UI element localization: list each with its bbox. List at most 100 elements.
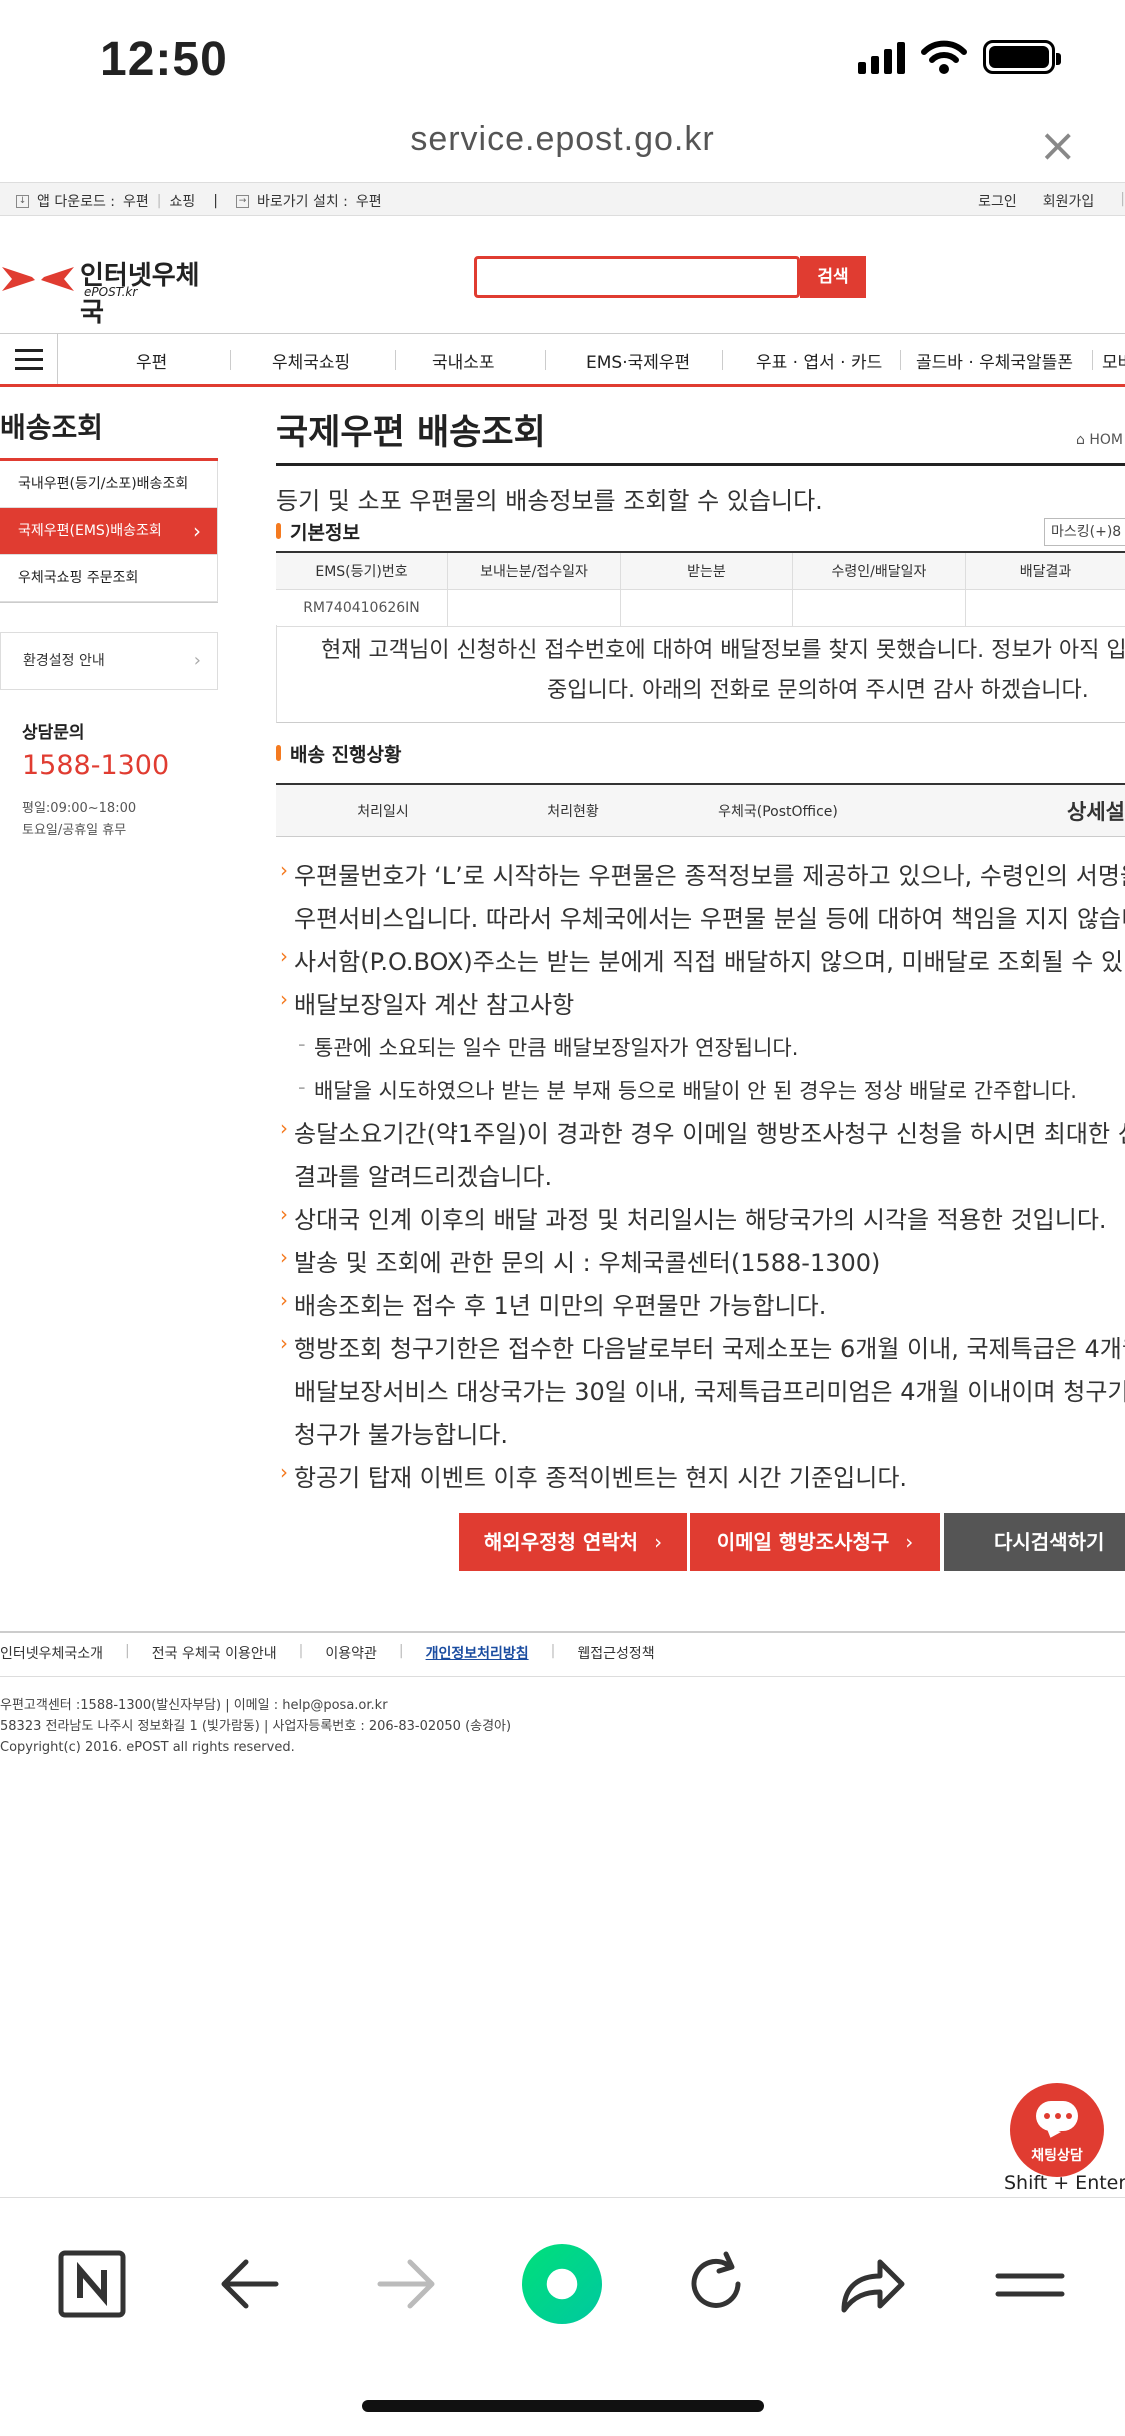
hamburger-menu-icon[interactable] bbox=[0, 334, 58, 384]
list-item: 청구가 불가능합니다. bbox=[294, 1421, 508, 1449]
footer-link-terms[interactable]: 이용약관 bbox=[325, 1643, 377, 1663]
list-item: 사서함(P.O.BOX)주소는 받는 분에게 직접 배달하지 않으며, 미배달로… bbox=[276, 935, 1125, 984]
nav-item-gold-phone[interactable]: 골드바 · 우체국알뜰폰 bbox=[916, 348, 1073, 373]
col-result: 배달결과 bbox=[966, 553, 1125, 589]
list-item: 발송 및 조회에 관한 문의 시 : 우체국콜센터(1588-1300) bbox=[276, 1236, 1125, 1285]
masking-toggle[interactable]: 마스킹(+)8 bbox=[1044, 518, 1125, 546]
sidebar-item-shopping-order[interactable]: 우체국쇼핑 주문조회 bbox=[0, 555, 218, 602]
page-title: 국제우편 배송조회 bbox=[276, 413, 546, 453]
footer-link-accessibility[interactable]: 웹접근성정책 bbox=[577, 1643, 654, 1663]
shortcut-label: 바로가기 설치 : bbox=[257, 194, 348, 210]
footer-link-offices[interactable]: 전국 우체국 이용안내 bbox=[152, 1643, 277, 1663]
footer-link-privacy[interactable]: 개인정보처리방침 bbox=[426, 1643, 529, 1663]
naver-n-icon[interactable] bbox=[52, 2244, 132, 2324]
col-process-time: 처리일시 bbox=[276, 785, 490, 836]
footer-divider-2 bbox=[0, 1676, 1125, 1677]
download-icon: ↓ bbox=[16, 194, 29, 208]
overseas-contact-label: 해외우정청 연락처 bbox=[483, 1530, 639, 1554]
search-input[interactable] bbox=[474, 256, 800, 298]
table-row: RM740410626IN bbox=[276, 590, 1125, 627]
search-button[interactable]: 검색 bbox=[800, 256, 866, 298]
consult-number[interactable]: 1588-1300 bbox=[22, 750, 169, 781]
progress-table: 처리일시 처리현황 우체국(PostOffice) 상세설 bbox=[276, 783, 1125, 837]
list-item: 우편물번호가 ‘L’로 시작하는 우편물은 종적정보를 제공하고 있으나, 수령… bbox=[276, 855, 1125, 898]
utility-bar: ↓ 앱 다운로드 : 우편 | 쇼핑 | → 바로가기 설치 : 우편 로그인 … bbox=[0, 182, 1125, 216]
refresh-icon[interactable] bbox=[676, 2244, 756, 2324]
status-icons bbox=[858, 40, 1061, 74]
footer-contact: 우편고객센터 :1588-1300(발신자부담) | 이메일 : help@po… bbox=[0, 1698, 388, 1713]
status-bar: 12:50 bbox=[0, 0, 1125, 120]
chevron-right-icon: › bbox=[905, 1530, 914, 1554]
app-post-link[interactable]: 우편 bbox=[123, 191, 149, 211]
overseas-contact-button[interactable]: 해외우정청 연락처 › bbox=[459, 1513, 687, 1571]
result-value bbox=[966, 590, 1125, 626]
sidebar-menu: 국내우편(등기/소포)배송조회 국제우편(EMS)배송조회 우체국쇼핑 주문조회 bbox=[0, 458, 218, 603]
chevron-right-icon: › bbox=[654, 1530, 663, 1554]
sidebar-item-international[interactable]: 국제우편(EMS)배송조회 bbox=[0, 508, 218, 555]
email-inquiry-button[interactable]: 이메일 행방조사청구 › bbox=[690, 1513, 940, 1571]
page-description: 등기 및 소포 우편물의 배송정보를 조회할 수 있습니다. bbox=[276, 487, 823, 515]
signup-link[interactable]: 회원가입 bbox=[1043, 191, 1095, 211]
chat-label: 채팅상담 bbox=[1031, 2148, 1083, 2164]
consult-hours: 평일:09:00~18:00 토요일/공휴일 휴무 bbox=[22, 798, 136, 842]
home-indicator bbox=[362, 2400, 764, 2412]
footer-divider bbox=[0, 1631, 1125, 1633]
epost-logo[interactable]: 인터넷우체국 ePOST.kr bbox=[0, 255, 220, 328]
list-item: 배달보장서비스 대상국가는 30일 이내, 국제특급프리미엄은 4개월 이내이며… bbox=[294, 1378, 1125, 1406]
epost-logo-mark bbox=[2, 267, 74, 291]
close-icon[interactable]: × bbox=[1038, 118, 1077, 172]
menu-icon[interactable] bbox=[990, 2244, 1070, 2324]
list-item: 우편서비스입니다. 따라서 우체국에서는 우편물 분실 등에 대하여 책임을 지… bbox=[294, 905, 1125, 933]
col-post-office: 우체국(PostOffice) bbox=[656, 785, 900, 836]
basic-info-table: EMS(등기)번호 보내는분/접수일자 받는분 수령인/배달일자 배달결과 RM… bbox=[276, 551, 1125, 627]
settings-guide-link[interactable]: 환경설정 안내 bbox=[0, 632, 218, 690]
nav-item-stamps[interactable]: 우표 · 엽서 · 카드 bbox=[756, 348, 882, 373]
col-recipient-date: 수령인/배달일자 bbox=[793, 553, 966, 589]
list-item: 항공기 탑재 이벤트 이후 종적이벤트는 현지 시간 기준입니다. bbox=[276, 1451, 1125, 1500]
search-again-button[interactable]: 다시검색하기 bbox=[944, 1513, 1125, 1571]
nav-item-shopping[interactable]: 우체국쇼핑 bbox=[272, 348, 350, 373]
list-item: 상대국 인계 이후의 배달 과정 및 처리일시는 해당국가의 시각을 적용한 것… bbox=[276, 1193, 1125, 1242]
shortcut-post-link[interactable]: 우편 bbox=[356, 191, 382, 211]
basic-info-heading: 기본정보 bbox=[276, 518, 360, 545]
nav-item-post[interactable]: 우편 bbox=[136, 348, 167, 373]
nav-item-mobile[interactable]: 모바 bbox=[1102, 348, 1125, 373]
battery-icon bbox=[983, 40, 1061, 74]
receiver-value bbox=[621, 590, 793, 626]
ems-number-value: RM740410626IN bbox=[276, 590, 448, 626]
shortcut-icon: → bbox=[236, 194, 249, 208]
footer-info: 우편고객센터 :1588-1300(발신자부담) | 이메일 : help@po… bbox=[0, 1695, 511, 1758]
chat-consult-button[interactable]: 채팅상담 bbox=[1010, 2083, 1104, 2177]
nav-item-ems[interactable]: EMS·국제우편 bbox=[586, 348, 690, 373]
app-download-label: 앱 다운로드 : bbox=[37, 194, 116, 210]
browser-url-bar[interactable]: service.epost.go.kr × bbox=[0, 118, 1125, 182]
footer-link-about[interactable]: 인터넷우체국소개 bbox=[0, 1643, 103, 1663]
login-link[interactable]: 로그인 bbox=[978, 191, 1017, 211]
col-receiver: 받는분 bbox=[621, 553, 793, 589]
col-detail: 상세설 bbox=[900, 785, 1125, 836]
recipient-date-value bbox=[793, 590, 966, 626]
back-arrow-icon[interactable] bbox=[210, 2244, 290, 2324]
url-text[interactable]: service.epost.go.kr bbox=[410, 120, 714, 158]
app-shopping-link[interactable]: 쇼핑 bbox=[170, 191, 196, 211]
table-header-row: EMS(등기)번호 보내는분/접수일자 받는분 수령인/배달일자 배달결과 bbox=[276, 553, 1125, 590]
not-found-line-2: 중입니다. 아래의 전화로 문의하여 주시면 감사 하겠습니다. bbox=[547, 678, 1089, 703]
weekend-hours: 토요일/공휴일 휴무 bbox=[22, 823, 127, 838]
col-sender: 보내는분/접수일자 bbox=[448, 553, 621, 589]
sender-value bbox=[448, 590, 621, 626]
list-item: 통관에 소요되는 일수 만큼 배달보장일자가 연장됩니다. bbox=[276, 1023, 1125, 1070]
progress-heading: 배송 진행상황 bbox=[276, 740, 402, 767]
nav-item-domestic-parcel[interactable]: 국내소포 bbox=[432, 348, 495, 373]
not-found-message: 현재 고객님이 신청하신 접수번호에 대하여 배달정보를 찾지 못했습니다. 정… bbox=[276, 625, 1125, 723]
sidebar-title: 배송조회 bbox=[0, 411, 104, 444]
chat-shortcut: Shift + Enter bbox=[1004, 2172, 1125, 2194]
title-divider bbox=[276, 463, 1125, 466]
whale-home-icon[interactable] bbox=[522, 2244, 602, 2324]
share-icon[interactable] bbox=[832, 2244, 912, 2324]
sidebar-item-domestic[interactable]: 국내우편(등기/소포)배송조회 bbox=[0, 461, 218, 508]
breadcrumb-home[interactable]: HOM bbox=[1089, 432, 1123, 448]
email-inquiry-label: 이메일 행방조사청구 bbox=[716, 1530, 890, 1554]
forward-arrow-icon[interactable] bbox=[366, 2244, 446, 2324]
footer-copyright: Copyright(c) 2016. ePOST all rights rese… bbox=[0, 1740, 295, 1755]
breadcrumb[interactable]: ⌂ HOM bbox=[1076, 432, 1123, 448]
